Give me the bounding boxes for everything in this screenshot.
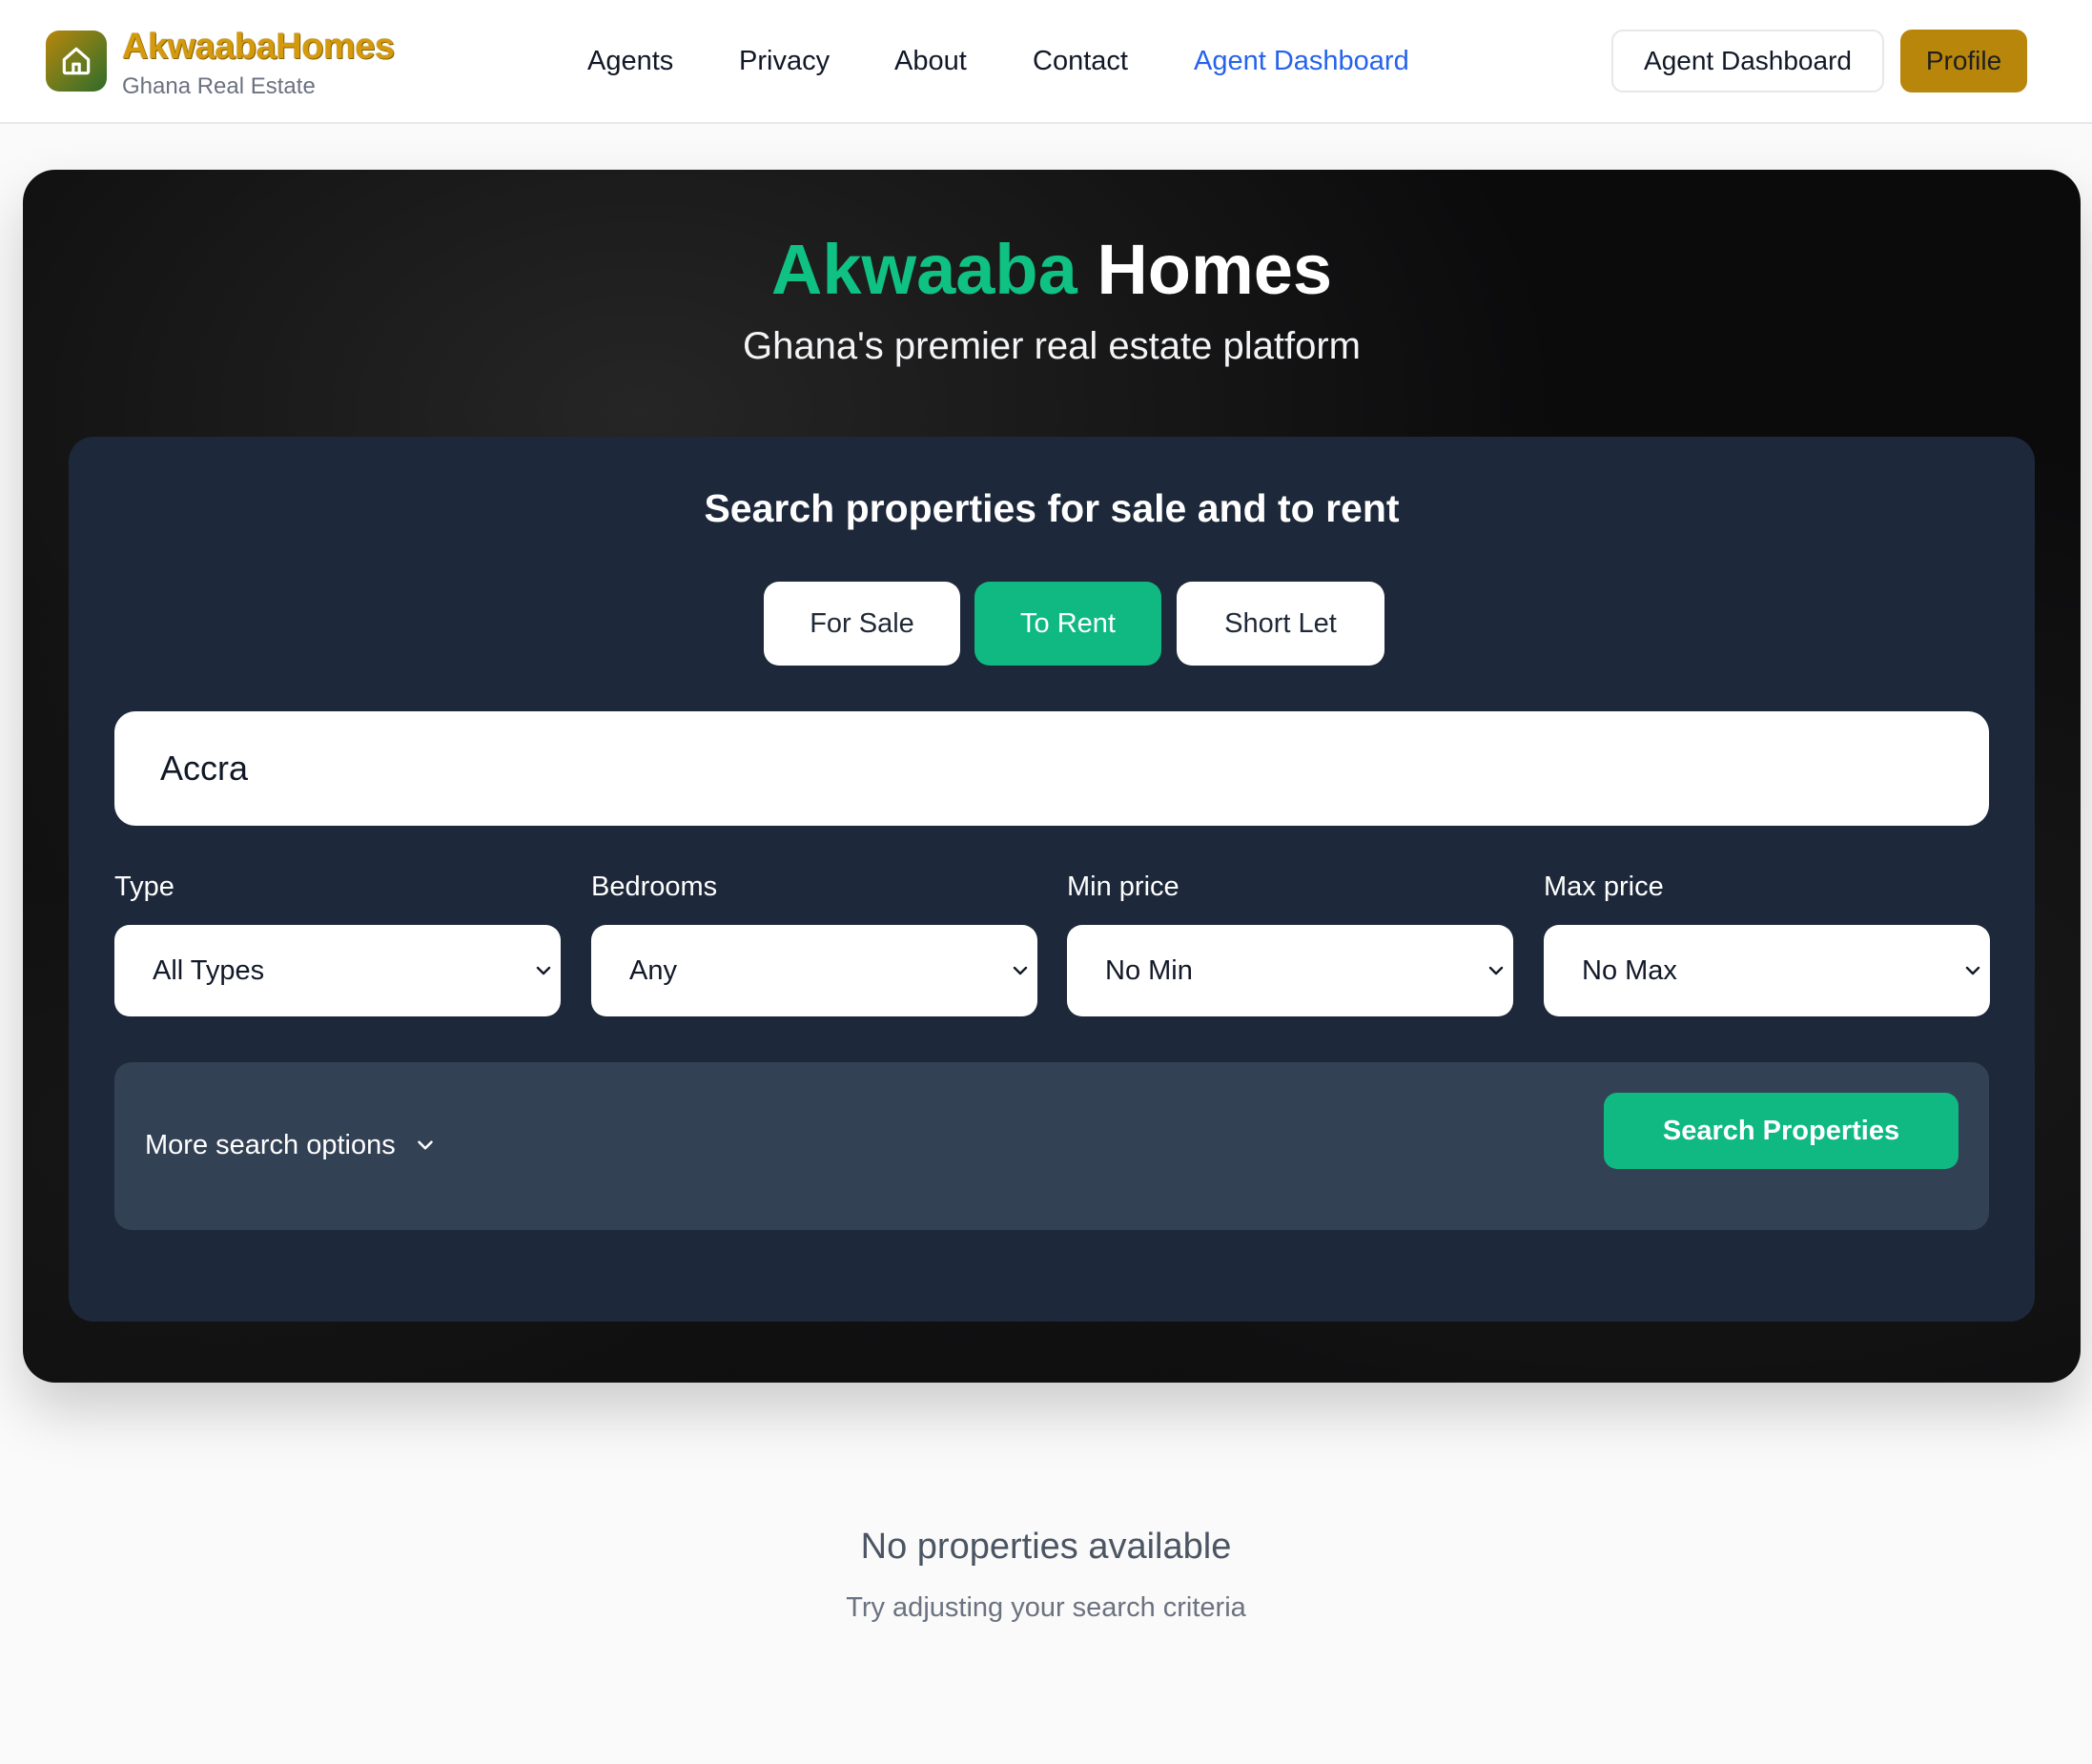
min-price-select-value: No Min xyxy=(1105,954,1193,986)
chevron-down-icon xyxy=(1013,966,1028,975)
profile-button[interactable]: Profile xyxy=(1900,30,2027,92)
brand-name[interactable]: AkwaabaHomes xyxy=(122,25,395,69)
nav-link-about[interactable]: About xyxy=(894,42,967,80)
bedrooms-select-value: Any xyxy=(629,954,677,986)
max-price-filter-label: Max price xyxy=(1544,872,1664,902)
chevron-down-icon xyxy=(1488,966,1504,975)
max-price-select[interactable]: No Max xyxy=(1544,925,1990,1016)
nav-link-contact[interactable]: Contact xyxy=(1033,42,1128,80)
hero-subtitle: Ghana's premier real estate platform xyxy=(743,325,1361,367)
more-search-options-label: More search options xyxy=(145,1129,396,1160)
empty-state-title: No properties available xyxy=(860,1527,1232,1567)
search-properties-button[interactable]: Search Properties xyxy=(1604,1093,1959,1169)
agent-dashboard-button[interactable]: Agent Dashboard xyxy=(1611,30,1884,92)
tab-short-let[interactable]: Short Let xyxy=(1177,582,1384,666)
more-search-options-toggle[interactable]: More search options xyxy=(145,1121,438,1169)
search-panel-title: Search properties for sale and to rent xyxy=(704,486,1400,530)
bedrooms-filter-label: Bedrooms xyxy=(591,872,718,902)
min-price-filter-label: Min price xyxy=(1067,872,1179,902)
hero-title: Akwaaba Homes xyxy=(23,227,2081,313)
nav-link-agents[interactable]: Agents xyxy=(587,42,673,80)
nav-link-agent-dashboard[interactable]: Agent Dashboard xyxy=(1194,42,1409,80)
search-actions-bar: More search options Search Properties xyxy=(114,1062,1989,1230)
type-filter-label: Type xyxy=(114,872,174,902)
chevron-down-icon xyxy=(417,1140,433,1150)
top-navbar: AkwaabaHomes Ghana Real Estate Agents Pr… xyxy=(0,0,2092,124)
chevron-down-icon xyxy=(536,966,551,975)
type-select[interactable]: All Types xyxy=(114,925,561,1016)
min-price-select[interactable]: No Min xyxy=(1067,925,1513,1016)
tab-to-rent[interactable]: To Rent xyxy=(974,582,1161,666)
logo-home-icon[interactable] xyxy=(46,31,107,92)
bedrooms-select[interactable]: Any xyxy=(591,925,1037,1016)
location-search-input[interactable]: Accra xyxy=(114,711,1989,826)
type-select-value: All Types xyxy=(153,954,265,986)
hero-section: Akwaaba Homes Ghana's premier real estat… xyxy=(23,170,2081,1383)
hero-title-accent: Akwaaba xyxy=(770,230,1077,309)
chevron-down-icon xyxy=(1965,966,1980,975)
brand-tagline: Ghana Real Estate xyxy=(122,73,316,99)
search-panel: Search properties for sale and to rent F… xyxy=(69,437,2035,1322)
tab-for-sale[interactable]: For Sale xyxy=(764,582,960,666)
max-price-select-value: No Max xyxy=(1582,954,1677,986)
nav-link-privacy[interactable]: Privacy xyxy=(739,42,830,80)
empty-state-subtitle: Try adjusting your search criteria xyxy=(846,1592,1246,1623)
hero-title-rest: Homes xyxy=(1097,230,1333,309)
